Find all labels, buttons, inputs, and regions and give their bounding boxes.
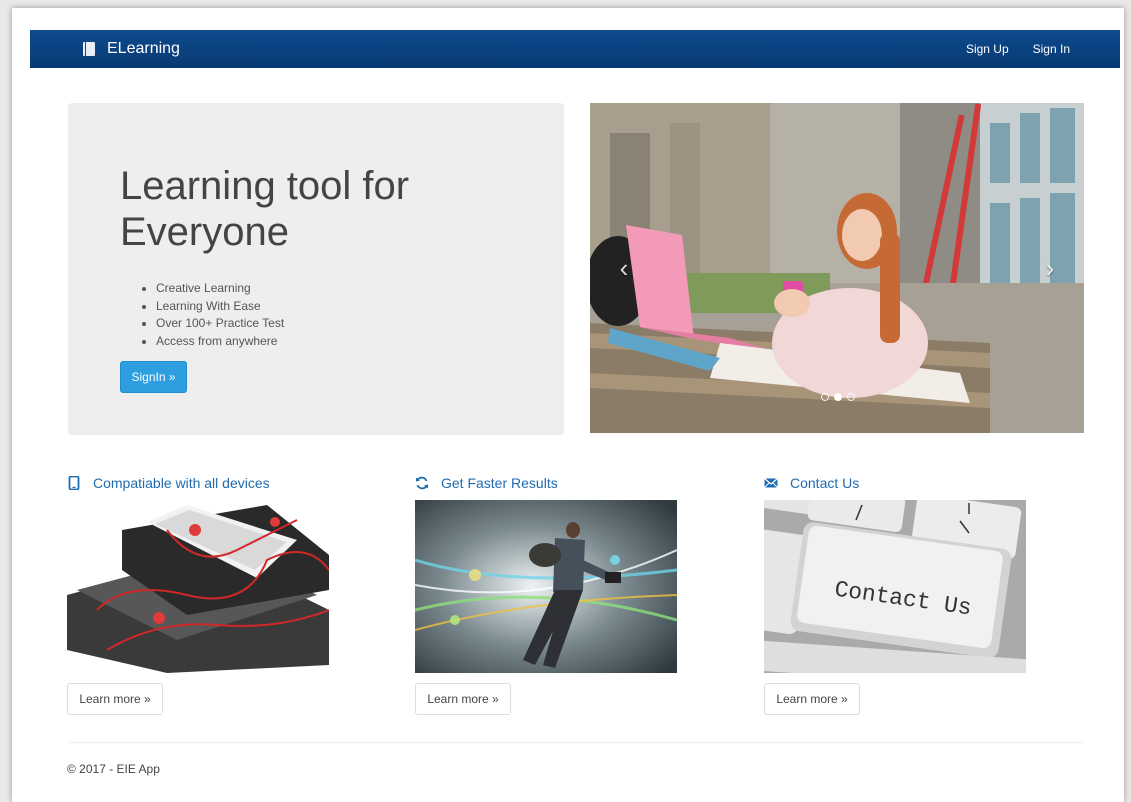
learn-more-button[interactable]: Learn more »	[764, 683, 860, 715]
feature-heading: Compatiable with all devices	[67, 473, 329, 493]
carousel-next-button[interactable]: ›	[1038, 253, 1062, 283]
carousel-slide-image	[590, 103, 1084, 433]
feature-devices: Compatiable with all devices Learn more …	[67, 473, 329, 715]
carousel-indicators	[821, 393, 855, 401]
learn-more-button[interactable]: Learn more »	[67, 683, 163, 715]
carousel-prev-button[interactable]: ‹	[612, 253, 636, 283]
book-icon	[83, 42, 95, 56]
carousel-indicator[interactable]	[847, 393, 855, 401]
envelope-icon	[764, 478, 778, 488]
feature-title[interactable]: Compatiable with all devices	[93, 475, 270, 491]
feature-heading: Contact Us	[764, 473, 1026, 493]
learn-more-button[interactable]: Learn more »	[415, 683, 511, 715]
sign-in-link[interactable]: Sign In	[1033, 42, 1070, 56]
hero-jumbotron: Learning tool for Everyone Creative Lear…	[68, 103, 564, 435]
feature-heading: Get Faster Results	[415, 473, 677, 493]
hero-title: Learning tool for Everyone	[120, 164, 410, 254]
feature-contact: Contact Us Contact Us Learn more »	[764, 473, 1026, 715]
footer-divider	[68, 742, 1084, 743]
feature-results: Get Faster Results Learn more »	[415, 473, 677, 715]
mobile-phone-icon	[68, 476, 80, 490]
hero-feature-list: Creative Learning Learning With Ease Ove…	[156, 280, 284, 350]
navbar: ELearning Sign Up Sign In	[30, 30, 1120, 68]
list-item: Creative Learning	[156, 280, 284, 298]
refresh-icon	[416, 476, 428, 490]
list-item: Access from anywhere	[156, 333, 284, 351]
feature-title[interactable]: Contact Us	[790, 475, 859, 491]
list-item: Over 100+ Practice Test	[156, 315, 284, 333]
footer-copyright: © 2017 - EIE App	[67, 762, 160, 776]
contact-image: Contact Us	[764, 500, 1026, 673]
feature-title[interactable]: Get Faster Results	[441, 475, 558, 491]
page-frame: ELearning Sign Up Sign In Learning tool …	[12, 8, 1124, 802]
signin-button[interactable]: SignIn »	[120, 361, 187, 393]
brand-link[interactable]: ELearning	[83, 40, 180, 58]
list-item: Learning With Ease	[156, 298, 284, 316]
results-image	[415, 500, 677, 673]
hero-carousel: ‹ ›	[590, 103, 1084, 433]
nav-links: Sign Up Sign In	[966, 42, 1070, 56]
brand-name: ELearning	[107, 40, 180, 57]
devices-image	[67, 500, 329, 673]
carousel-indicator[interactable]	[821, 393, 829, 401]
sign-up-link[interactable]: Sign Up	[966, 42, 1009, 56]
carousel-indicator[interactable]	[834, 393, 842, 401]
